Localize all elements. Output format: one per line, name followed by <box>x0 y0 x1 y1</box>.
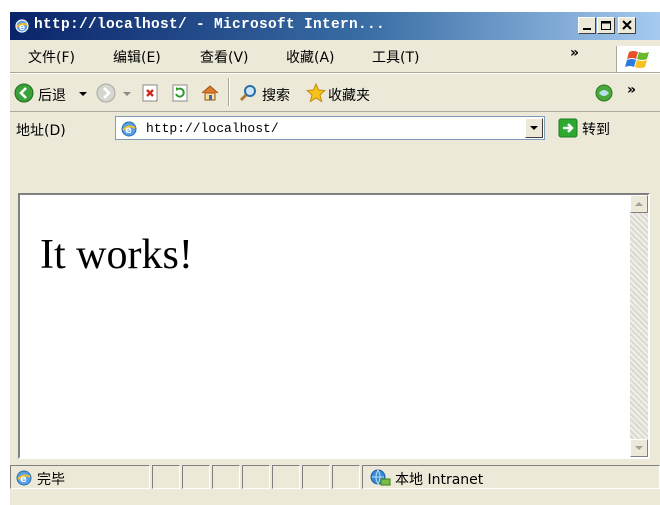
svg-text:e: e <box>20 474 27 485</box>
window-title: http://localhost/ - Microsoft Intern... <box>34 17 386 33</box>
scroll-up-button[interactable] <box>630 195 648 213</box>
favorites-button[interactable]: 收藏夹 <box>305 82 386 105</box>
search-button[interactable]: 搜索 <box>238 83 298 105</box>
go-label: 转到 <box>582 122 610 138</box>
address-dropdown-button[interactable] <box>525 118 543 138</box>
status-zone: 本地 Intranet <box>362 465 660 489</box>
back-button[interactable]: 后退 <box>14 83 74 105</box>
chevron-up-icon <box>635 202 643 206</box>
search-icon <box>238 83 258 103</box>
stop-icon <box>140 83 160 103</box>
standard-toolbar: 后退 搜索 收藏夹 » <box>10 73 660 112</box>
toolbar-separator <box>228 78 230 106</box>
forward-arrow-icon <box>96 83 116 103</box>
vertical-scrollbar[interactable] <box>630 195 648 457</box>
status-pane <box>332 465 360 489</box>
zone-label: 本地 Intranet <box>395 472 484 488</box>
status-pane <box>212 465 240 489</box>
ie-logo-icon: e <box>14 18 30 34</box>
toolbar-overflow-chevron[interactable]: » <box>627 82 636 98</box>
maximize-button[interactable] <box>597 17 615 34</box>
scroll-down-button[interactable] <box>630 439 648 457</box>
page-content[interactable]: It works! <box>18 193 650 459</box>
chevron-down-icon <box>530 126 538 130</box>
page-body: It works! <box>20 195 630 457</box>
svg-text:e: e <box>125 125 132 136</box>
refresh-icon <box>170 83 190 103</box>
status-pane <box>152 465 180 489</box>
menu-edit[interactable]: 编辑(E) <box>113 47 161 67</box>
menu-favorites[interactable]: 收藏(A) <box>286 47 335 67</box>
status-pane <box>182 465 210 489</box>
ie-window: e http://localhost/ - Microsoft Intern..… <box>10 12 660 505</box>
address-bar: 地址(D) e http://localhost/ 转到 <box>10 111 660 146</box>
chevron-down-icon <box>635 446 643 450</box>
page-ie-icon: e <box>120 120 138 138</box>
address-label: 地址(D) <box>16 123 66 139</box>
menu-overflow-chevron[interactable]: » <box>570 45 579 61</box>
minimize-button[interactable] <box>578 17 596 34</box>
forward-dropdown-icon[interactable] <box>122 87 132 109</box>
status-bar: e 完毕 本地 Intranet <box>10 461 660 505</box>
status-main: e 完毕 <box>10 465 150 489</box>
menu-view[interactable]: 查看(V) <box>200 47 249 67</box>
back-arrow-icon <box>14 83 34 103</box>
home-icon <box>200 83 220 103</box>
svg-text:e: e <box>19 23 25 33</box>
status-text: 完毕 <box>37 472 65 488</box>
page-heading: It works! <box>40 232 193 278</box>
menu-file[interactable]: 文件(F) <box>28 47 75 67</box>
intranet-zone-icon <box>369 468 391 488</box>
status-pane <box>272 465 300 489</box>
media-icon <box>594 83 614 103</box>
go-arrow-icon <box>558 118 578 138</box>
close-button[interactable] <box>618 17 636 34</box>
favorites-star-icon <box>305 82 327 103</box>
status-ie-icon: e <box>15 469 33 487</box>
menu-bar: 文件(F) 编辑(E) 查看(V) 收藏(A) 工具(T) » <box>10 40 660 73</box>
address-url: http://localhost/ <box>146 121 279 136</box>
windows-logo <box>616 46 660 72</box>
menu-tools[interactable]: 工具(T) <box>372 47 419 67</box>
address-input[interactable]: e http://localhost/ <box>115 116 545 140</box>
title-bar[interactable]: e http://localhost/ - Microsoft Intern..… <box>10 12 660 40</box>
status-pane <box>242 465 270 489</box>
back-dropdown-icon[interactable] <box>78 87 88 109</box>
status-pane <box>302 465 330 489</box>
